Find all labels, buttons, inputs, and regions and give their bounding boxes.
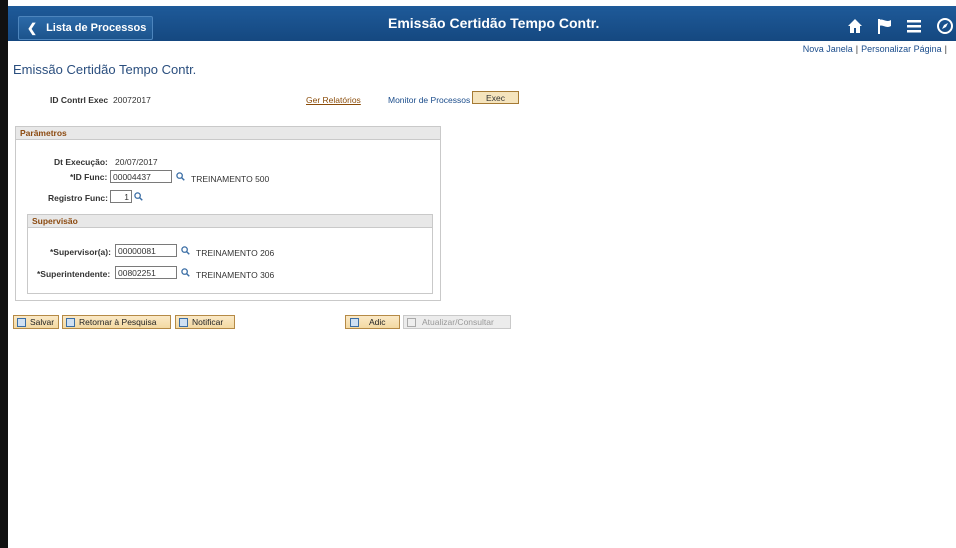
new-window-link[interactable]: Nova Janela xyxy=(803,44,853,54)
func-id-label: *ID Func: xyxy=(70,172,108,182)
run-control-id-label: ID Contrl Exec xyxy=(50,95,109,105)
supervisor-label: *Supervisor(a): xyxy=(50,247,111,257)
registro-search-icon[interactable] xyxy=(134,192,143,201)
back-button-label: Lista de Processos xyxy=(46,22,147,34)
return-label: Retornar à Pesquisa xyxy=(79,316,157,327)
notify-button[interactable]: Notificar xyxy=(175,315,235,329)
app-frame: ❮ Lista de Processos Emissão Certidão Te… xyxy=(0,0,956,548)
back-to-process-list-button[interactable]: ❮ Lista de Processos xyxy=(18,16,153,40)
save-label: Salvar xyxy=(30,316,55,327)
func-id-input[interactable]: 00004437 xyxy=(110,170,172,183)
superintendente-name: TREINAMENTO 306 xyxy=(196,270,275,280)
save-button[interactable]: Salvar xyxy=(13,315,59,329)
page-title: Emissão Certidão Tempo Contr. xyxy=(13,62,197,77)
registro-func-label: Registro Func: xyxy=(48,193,108,203)
home-icon[interactable] xyxy=(846,17,864,35)
personalize-page-link[interactable]: Personalizar Página xyxy=(861,44,942,54)
notify-label: Notificar xyxy=(192,316,224,327)
supervisor-search-icon[interactable] xyxy=(181,246,190,255)
supervision-heading: Supervisão xyxy=(28,215,432,228)
exec-button[interactable]: Exec xyxy=(472,91,519,104)
link-separator: | xyxy=(855,44,859,54)
update-display-icon xyxy=(407,317,416,327)
process-monitor-link[interactable]: Monitor de Processos xyxy=(388,95,470,105)
update-display-label: Atualizar/Consultar xyxy=(422,316,494,327)
supervisor-name: TREINAMENTO 206 xyxy=(196,248,275,258)
add-icon xyxy=(350,317,359,327)
header-bar: ❮ Lista de Processos Emissão Certidão Te… xyxy=(8,6,956,41)
report-manager-link[interactable]: Ger Relatórios xyxy=(306,95,361,105)
exec-date-label: Dt Execução: xyxy=(54,157,108,167)
header-title: Emissão Certidão Tempo Contr. xyxy=(388,15,600,31)
func-id-search-icon[interactable] xyxy=(176,172,185,181)
superintendente-label: *Superintendente: xyxy=(37,269,111,279)
add-button[interactable]: Adic xyxy=(345,315,400,329)
compass-icon[interactable] xyxy=(936,17,954,35)
superintendente-input[interactable]: 00802251 xyxy=(115,266,177,279)
superintendente-search-icon[interactable] xyxy=(181,268,190,277)
func-name: TREINAMENTO 500 xyxy=(191,174,270,184)
link-separator-trailing: | xyxy=(944,44,947,54)
notify-icon xyxy=(179,317,188,327)
header-links: Nova Janela | Personalizar Página | xyxy=(803,44,950,54)
chevron-left-icon: ❮ xyxy=(27,21,38,35)
supervisor-input[interactable]: 00000081 xyxy=(115,244,177,257)
menu-icon[interactable] xyxy=(906,18,922,34)
return-icon xyxy=(66,317,75,327)
left-window-border xyxy=(0,0,8,548)
update-display-button[interactable]: Atualizar/Consultar xyxy=(403,315,511,329)
add-label: Adic xyxy=(369,316,386,327)
flag-icon[interactable] xyxy=(876,17,894,35)
save-icon xyxy=(17,317,26,327)
parameters-heading: Parâmetros xyxy=(16,127,440,140)
run-control-id-value: 20072017 xyxy=(113,95,151,105)
return-to-search-button[interactable]: Retornar à Pesquisa xyxy=(62,315,171,329)
exec-date-value: 20/07/2017 xyxy=(115,157,158,167)
registro-func-input[interactable]: 1 xyxy=(110,190,132,203)
